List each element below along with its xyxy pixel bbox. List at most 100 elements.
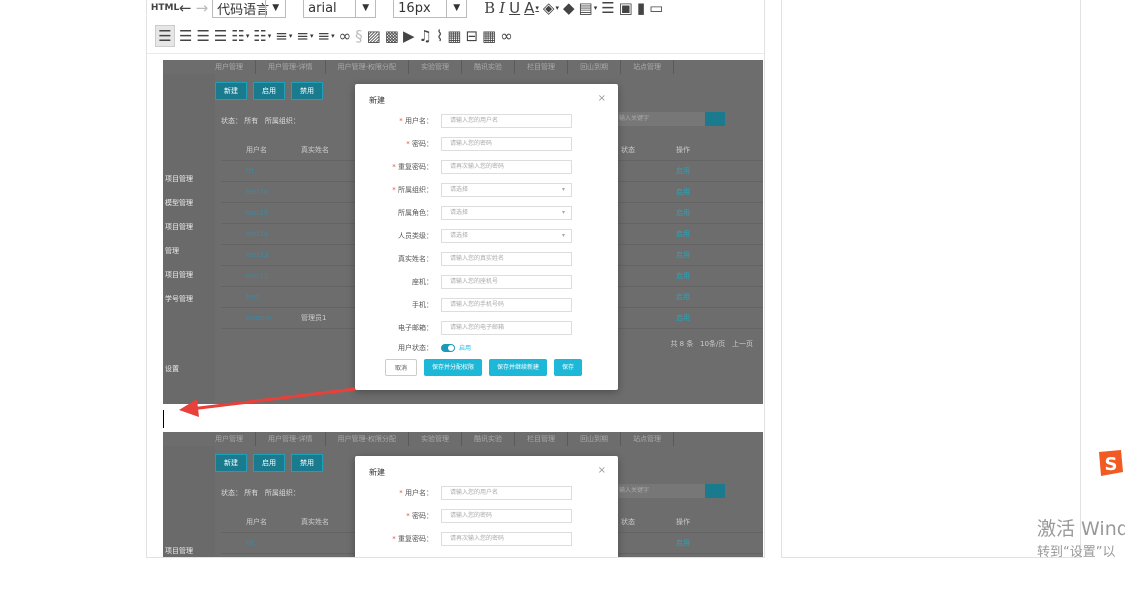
shot-tab: 用户管理-权限分配: [326, 60, 410, 74]
shot-cell-status: 启用: [676, 230, 690, 238]
toggle-icon: [441, 343, 455, 352]
shot-modal: 新建 × * 用户名： 请输入您的用户名 * 密码： 请输入您的密码 * 重复密码： 请再…: [355, 84, 618, 390]
modal-field-label: 座机：: [412, 277, 433, 286]
shot-tab: 用户管理-详情: [256, 60, 326, 74]
paragraph-format-icon[interactable]: ▤ ▾: [579, 0, 598, 19]
embedded-screenshot-2[interactable]: 用户管理 用户管理-详情 用户管理-权限分配 实验管理 酷讯实验 栏目管理 回山…: [163, 432, 763, 557]
shot-tab: 站点管理: [621, 60, 675, 74]
font-size-select[interactable]: 16px ▼: [393, 0, 468, 18]
shot-col-header: 操作: [676, 518, 690, 526]
editor-toolbar: HTML ← → 代码语言 ▼ arial ▼ 16px ▼ B I U A ▾ ◈ ▾ …: [147, 0, 764, 54]
ordered-list-icon[interactable]: ☷ ▾: [231, 25, 249, 47]
editor-content[interactable]: 用户管理 用户管理-详情 用户管理-权限分配 实验管理 酷讯实验 栏目管理 回山…: [147, 55, 764, 557]
svg-text:S: S: [1105, 454, 1118, 475]
modal-field-row: 人员类级： 请选择 ▾: [355, 228, 618, 243]
shot-cell-status: 启用: [676, 293, 690, 301]
image-icon[interactable]: ▨: [367, 25, 381, 47]
multi-image-icon[interactable]: ▩: [385, 25, 399, 47]
format-painter-icon[interactable]: ▮: [637, 0, 645, 19]
modal-save-button: 保存: [554, 359, 583, 376]
indent-icon[interactable]: ☰: [601, 0, 614, 19]
modal-footer: 取消 保存并分配权限 保存并继续新建 保存: [385, 359, 589, 376]
unlink-icon[interactable]: §: [355, 25, 363, 47]
chevron-down-icon: ▼: [265, 0, 285, 17]
shot-org-label: 所属组织：: [264, 117, 300, 125]
page-break-icon[interactable]: ⊟: [465, 25, 478, 47]
shot-search-button: [705, 484, 725, 498]
align-right-icon[interactable]: ☰: [179, 25, 192, 47]
shot-pager-prev: 上一页: [732, 340, 753, 348]
html-source-button[interactable]: HTML: [151, 0, 179, 19]
modal-status-value: 启用: [459, 345, 472, 352]
shot-cell-status: 启用: [676, 251, 690, 259]
modal-field-label: * 重复密码：: [392, 162, 433, 171]
modal-field-input: 请再次输入您的密码: [441, 159, 572, 174]
shot-filter-value: 所有: [244, 489, 259, 497]
video-icon[interactable]: ▶: [403, 25, 415, 47]
shot-tabs: 用户管理 用户管理-详情 用户管理-权限分配 实验管理 酷讯实验 栏目管理 回山…: [203, 60, 675, 74]
italic-icon[interactable]: I: [499, 0, 505, 19]
shot-cell-user: system: [246, 314, 272, 322]
sogou-ime-icon[interactable]: S: [1095, 448, 1125, 480]
link-icon[interactable]: ∞: [339, 25, 352, 47]
shot-col-header: 用户名: [246, 146, 267, 154]
modal-field-input: 请输入您的真实姓名: [441, 251, 572, 266]
music-icon[interactable]: ♫: [419, 25, 432, 47]
spacing-top-icon[interactable]: ≡ ▾: [296, 25, 313, 47]
search-replace-icon[interactable]: ∞: [500, 25, 513, 47]
modal-field-row: 所属角色： 请选择 ▾: [355, 205, 618, 220]
chevron-down-icon: ▾: [561, 208, 565, 216]
modal-field-input: 请选择 ▾: [441, 228, 572, 243]
modal-field-label: * 重复密码：: [392, 534, 433, 543]
modal-title: 新建: [369, 468, 385, 477]
shot-cell-user: ttt: [246, 539, 255, 547]
preview-icon[interactable]: ▭: [649, 0, 663, 19]
code-language-select[interactable]: 代码语言 ▼: [212, 0, 287, 18]
modal-field-label: * 密码：: [406, 139, 433, 148]
spacing-bottom-icon[interactable]: ≡ ▾: [317, 25, 334, 47]
modal-field-input: 请输入您的密码: [441, 136, 572, 151]
map-icon[interactable]: ▦: [447, 25, 461, 47]
paste-icon[interactable]: ▣: [619, 0, 633, 19]
redo-icon[interactable]: →: [196, 0, 209, 19]
eraser-icon[interactable]: ◆: [563, 0, 575, 19]
shot-org-label: 所属组织：: [264, 489, 300, 497]
shot-tab: 站点管理: [621, 432, 675, 446]
shot-tab: 回山到期: [568, 60, 622, 74]
embedded-screenshot[interactable]: 用户管理 用户管理-详情 用户管理-权限分配 实验管理 酷讯实验 栏目管理 回山…: [163, 60, 763, 404]
shot-cell-status: 启用: [676, 272, 690, 280]
underline-icon[interactable]: U: [509, 0, 520, 19]
shot-tab: 实验管理: [409, 432, 463, 446]
shot-tab: 实验管理: [409, 60, 463, 74]
shot-cell-status: 启用: [676, 539, 690, 547]
modal-field-row: * 用户名： 请输入您的用户名: [355, 113, 618, 128]
font-family-select[interactable]: arial ▼: [303, 0, 377, 18]
attachment-icon[interactable]: ⌇: [436, 25, 443, 47]
shot-enable-button: 启用: [253, 454, 285, 472]
align-left-icon[interactable]: ☰: [155, 25, 175, 47]
shot-sidebar-item: 模型管理: [165, 199, 193, 207]
align-center-icon[interactable]: ☰: [196, 25, 209, 47]
shot-sidebar: 项目管理: [163, 446, 215, 557]
shot-sidebar-item: 设置: [165, 365, 179, 373]
line-height-icon[interactable]: ≡ ▾: [275, 25, 292, 47]
font-color-icon[interactable]: A ▾: [524, 0, 539, 19]
bold-icon[interactable]: B: [484, 0, 495, 19]
shot-filter: 状态： 所有 所属组织：: [221, 116, 300, 126]
modal-status-label: 用户状态：: [398, 343, 433, 352]
undo-icon[interactable]: ←: [179, 0, 192, 19]
table-icon[interactable]: ▦: [482, 25, 496, 47]
shot-tab: 酷讯实验: [462, 60, 516, 74]
modal-field-row: 座机： 请输入您的座机号: [355, 274, 618, 289]
background-color-icon[interactable]: ◈ ▾: [543, 0, 559, 19]
shot-col-header: 状态: [621, 146, 635, 154]
shot-sidebar-item: 项目管理: [165, 547, 193, 555]
shot-search-input: 输入关键字: [615, 484, 705, 498]
shot-tab: 用户管理: [203, 432, 256, 446]
unordered-list-icon[interactable]: ☷ ▾: [253, 25, 271, 47]
modal-field-input: 请再次输入您的密码: [441, 531, 572, 546]
align-justify-icon[interactable]: ☰: [214, 25, 227, 47]
modal-field-row: 电子邮箱： 请输入您的电子邮箱: [355, 320, 618, 335]
shot-cell-user: test15: [246, 209, 269, 217]
modal-title: 新建: [369, 96, 385, 105]
